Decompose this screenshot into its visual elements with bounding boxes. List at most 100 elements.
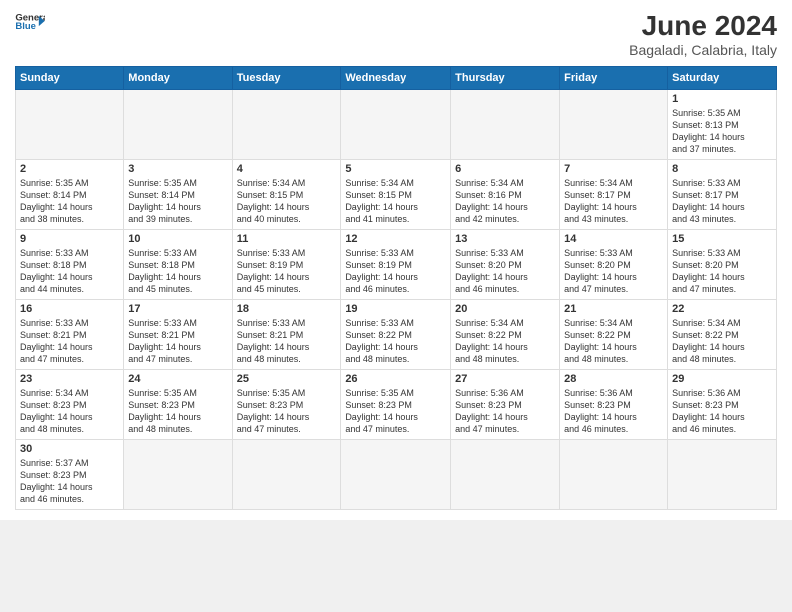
calendar-cell xyxy=(341,440,451,510)
header: General Blue June 2024 Bagaladi, Calabri… xyxy=(15,10,777,58)
logo: General Blue xyxy=(15,10,45,32)
day-info: Sunrise: 5:34 AMSunset: 8:22 PMDaylight:… xyxy=(455,317,555,366)
calendar-cell: 6 Sunrise: 5:34 AMSunset: 8:16 PMDaylight… xyxy=(451,160,560,230)
calendar-cell: 13Sunrise: 5:33 AMSunset: 8:20 PMDayligh… xyxy=(451,230,560,300)
day-info: Sunrise: 5:34 AMSunset: 8:22 PMDaylight:… xyxy=(672,317,772,366)
calendar-cell: 18Sunrise: 5:33 AMSunset: 8:21 PMDayligh… xyxy=(232,300,341,370)
weekday-header-monday: Monday xyxy=(124,67,232,90)
day-info: Sunrise: 5:36 AMSunset: 8:23 PMDaylight:… xyxy=(672,387,772,436)
calendar-cell: 4 Sunrise: 5:34 AMSunset: 8:15 PMDaylight… xyxy=(232,160,341,230)
day-info: Sunrise: 5:35 AMSunset: 8:13 PMDaylight:… xyxy=(672,107,772,156)
day-number: 21 xyxy=(564,303,663,315)
day-number: 28 xyxy=(564,373,663,385)
day-info: Sunrise: 5:35 AMSunset: 8:23 PMDaylight:… xyxy=(345,387,446,436)
calendar-cell: 12Sunrise: 5:33 AMSunset: 8:19 PMDayligh… xyxy=(341,230,451,300)
day-number: 6 xyxy=(455,163,555,175)
day-info: Sunrise: 5:36 AMSunset: 8:23 PMDaylight:… xyxy=(564,387,663,436)
calendar-cell: 24 Sunrise: 5:35 AMSunset: 8:23 PMDayligh… xyxy=(124,370,232,440)
day-number: 20 xyxy=(455,303,555,315)
day-info: Sunrise: 5:34 AMSunset: 8:22 PMDaylight:… xyxy=(564,317,663,366)
calendar-cell: 20 Sunrise: 5:34 AMSunset: 8:22 PMDayligh… xyxy=(451,300,560,370)
day-number: 10 xyxy=(128,233,227,245)
calendar-cell: 23 Sunrise: 5:34 AMSunset: 8:23 PMDayligh… xyxy=(16,370,124,440)
calendar-cell xyxy=(232,440,341,510)
calendar-cell: 17 Sunrise: 5:33 AMSunset: 8:21 PMDayligh… xyxy=(124,300,232,370)
day-number: 19 xyxy=(345,303,446,315)
weekday-header-saturday: Saturday xyxy=(668,67,777,90)
day-info: Sunrise: 5:33 AMSunset: 8:20 PMDaylight:… xyxy=(455,247,555,296)
day-number: 26 xyxy=(345,373,446,385)
location: Bagaladi, Calabria, Italy xyxy=(629,42,777,58)
calendar-cell: 27Sunrise: 5:36 AMSunset: 8:23 PMDayligh… xyxy=(451,370,560,440)
day-info: Sunrise: 5:35 AMSunset: 8:23 PMDaylight:… xyxy=(128,387,227,436)
day-number: 11 xyxy=(237,233,337,245)
day-info: Sunrise: 5:33 AMSunset: 8:21 PMDaylight:… xyxy=(128,317,227,366)
calendar-cell xyxy=(451,90,560,160)
day-info: Sunrise: 5:33 AMSunset: 8:18 PMDaylight:… xyxy=(128,247,227,296)
day-info: Sunrise: 5:33 AMSunset: 8:20 PMDaylight:… xyxy=(672,247,772,296)
day-info: Sunrise: 5:34 AMSunset: 8:16 PMDaylight:… xyxy=(455,177,555,226)
day-info: Sunrise: 5:33 AMSunset: 8:17 PMDaylight:… xyxy=(672,177,772,226)
day-info: Sunrise: 5:33 AMSunset: 8:22 PMDaylight:… xyxy=(345,317,446,366)
calendar-cell: 25Sunrise: 5:35 AMSunset: 8:23 PMDayligh… xyxy=(232,370,341,440)
day-number: 29 xyxy=(672,373,772,385)
calendar-cell: 7 Sunrise: 5:34 AMSunset: 8:17 PMDaylight… xyxy=(560,160,668,230)
calendar-cell: 14Sunrise: 5:33 AMSunset: 8:20 PMDayligh… xyxy=(560,230,668,300)
day-info: Sunrise: 5:34 AMSunset: 8:17 PMDaylight:… xyxy=(564,177,663,226)
calendar-cell xyxy=(560,440,668,510)
calendar-cell: 2Sunrise: 5:35 AMSunset: 8:14 PMDaylight… xyxy=(16,160,124,230)
calendar-cell: 30Sunrise: 5:37 AMSunset: 8:23 PMDayligh… xyxy=(16,440,124,510)
day-number: 15 xyxy=(672,233,772,245)
day-number: 2 xyxy=(20,163,119,175)
weekday-header-thursday: Thursday xyxy=(451,67,560,90)
day-info: Sunrise: 5:36 AMSunset: 8:23 PMDaylight:… xyxy=(455,387,555,436)
calendar-cell: 5 Sunrise: 5:34 AMSunset: 8:15 PMDaylight… xyxy=(341,160,451,230)
calendar-cell: 21 Sunrise: 5:34 AMSunset: 8:22 PMDayligh… xyxy=(560,300,668,370)
weekday-header-tuesday: Tuesday xyxy=(232,67,341,90)
weekday-header-row: SundayMondayTuesdayWednesdayThursdayFrid… xyxy=(16,67,777,90)
day-number: 23 xyxy=(20,373,119,385)
day-info: Sunrise: 5:34 AMSunset: 8:15 PMDaylight:… xyxy=(345,177,446,226)
day-info: Sunrise: 5:35 AMSunset: 8:14 PMDaylight:… xyxy=(128,177,227,226)
day-number: 18 xyxy=(237,303,337,315)
calendar-cell: 8 Sunrise: 5:33 AMSunset: 8:17 PMDaylight… xyxy=(668,160,777,230)
calendar-cell: 3Sunrise: 5:35 AMSunset: 8:14 PMDaylight… xyxy=(124,160,232,230)
day-number: 1 xyxy=(672,93,772,105)
weekday-header-sunday: Sunday xyxy=(16,67,124,90)
day-info: Sunrise: 5:33 AMSunset: 8:20 PMDaylight:… xyxy=(564,247,663,296)
calendar-week-row: 23 Sunrise: 5:34 AMSunset: 8:23 PMDayligh… xyxy=(16,370,777,440)
calendar-cell: 29 Sunrise: 5:36 AMSunset: 8:23 PMDayligh… xyxy=(668,370,777,440)
day-number: 22 xyxy=(672,303,772,315)
day-number: 24 xyxy=(128,373,227,385)
calendar-cell xyxy=(560,90,668,160)
day-info: Sunrise: 5:33 AMSunset: 8:18 PMDaylight:… xyxy=(20,247,119,296)
calendar-cell: 9Sunrise: 5:33 AMSunset: 8:18 PMDaylight… xyxy=(16,230,124,300)
calendar-cell xyxy=(232,90,341,160)
day-info: Sunrise: 5:34 AMSunset: 8:15 PMDaylight:… xyxy=(237,177,337,226)
day-number: 7 xyxy=(564,163,663,175)
calendar-cell xyxy=(124,440,232,510)
calendar-cell: 22 Sunrise: 5:34 AMSunset: 8:22 PMDayligh… xyxy=(668,300,777,370)
calendar-week-row: 2 Sunrise: 5:35 AMSunset: 8:14 PMDaylight… xyxy=(16,160,777,230)
calendar-page: General Blue June 2024 Bagaladi, Calabri… xyxy=(0,0,792,520)
day-number: 5 xyxy=(345,163,446,175)
day-info: Sunrise: 5:34 AMSunset: 8:23 PMDaylight:… xyxy=(20,387,119,436)
calendar-week-row: 9Sunrise: 5:33 AMSunset: 8:18 PMDaylight… xyxy=(16,230,777,300)
calendar-cell: 1 Sunrise: 5:35 AMSunset: 8:13 PMDaylight… xyxy=(668,90,777,160)
day-number: 8 xyxy=(672,163,772,175)
day-number: 25 xyxy=(237,373,337,385)
logo-icon: General Blue xyxy=(15,10,45,32)
weekday-header-friday: Friday xyxy=(560,67,668,90)
day-number: 12 xyxy=(345,233,446,245)
calendar-week-row: 1 Sunrise: 5:35 AMSunset: 8:13 PMDaylight… xyxy=(16,90,777,160)
calendar-cell xyxy=(124,90,232,160)
calendar-cell xyxy=(668,440,777,510)
calendar-cell: 16Sunrise: 5:33 AMSunset: 8:21 PMDayligh… xyxy=(16,300,124,370)
title-section: June 2024 Bagaladi, Calabria, Italy xyxy=(629,10,777,58)
day-number: 4 xyxy=(237,163,337,175)
day-number: 30 xyxy=(20,443,119,455)
calendar-cell xyxy=(341,90,451,160)
day-info: Sunrise: 5:33 AMSunset: 8:19 PMDaylight:… xyxy=(237,247,337,296)
day-number: 17 xyxy=(128,303,227,315)
calendar-cell: 10 Sunrise: 5:33 AMSunset: 8:18 PMDayligh… xyxy=(124,230,232,300)
